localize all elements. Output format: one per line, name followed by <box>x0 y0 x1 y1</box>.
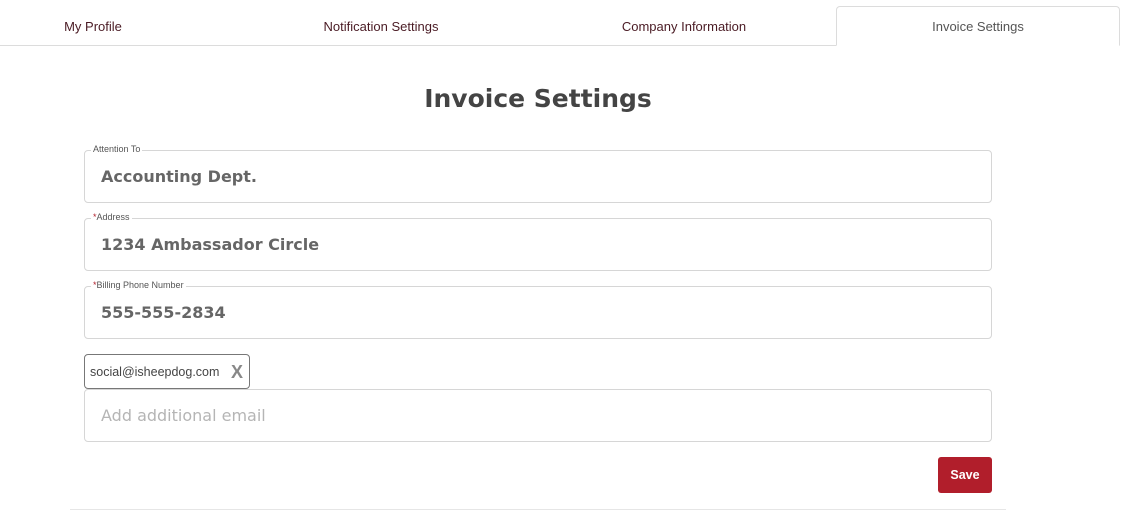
remove-email-icon[interactable]: X <box>231 361 243 383</box>
page-title: Invoice Settings <box>424 84 652 113</box>
address-field[interactable]: *Address 1234 Ambassador Circle <box>84 211 992 271</box>
attention-to-value[interactable]: Accounting Dept. <box>101 151 257 202</box>
tab-company-information[interactable]: Company Information <box>538 6 830 46</box>
tab-my-profile[interactable]: My Profile <box>0 6 186 46</box>
tab-bar: My Profile Notification Settings Company… <box>0 6 1120 46</box>
address-value[interactable]: 1234 Ambassador Circle <box>101 219 319 270</box>
tab-notification-settings[interactable]: Notification Settings <box>236 6 526 46</box>
email-chip-text: social@isheepdog.com <box>90 364 220 379</box>
additional-email-input[interactable] <box>84 389 992 442</box>
billing-phone-value[interactable]: 555-555-2834 <box>101 287 226 338</box>
bottom-divider <box>70 509 1006 510</box>
tab-invoice-settings[interactable]: Invoice Settings <box>836 6 1120 46</box>
billing-phone-field[interactable]: *Billing Phone Number 555-555-2834 <box>84 279 992 339</box>
email-chip: social@isheepdog.com X <box>84 354 250 389</box>
attention-to-field[interactable]: Attention To Accounting Dept. <box>84 143 992 203</box>
save-button[interactable]: Save <box>938 457 992 493</box>
